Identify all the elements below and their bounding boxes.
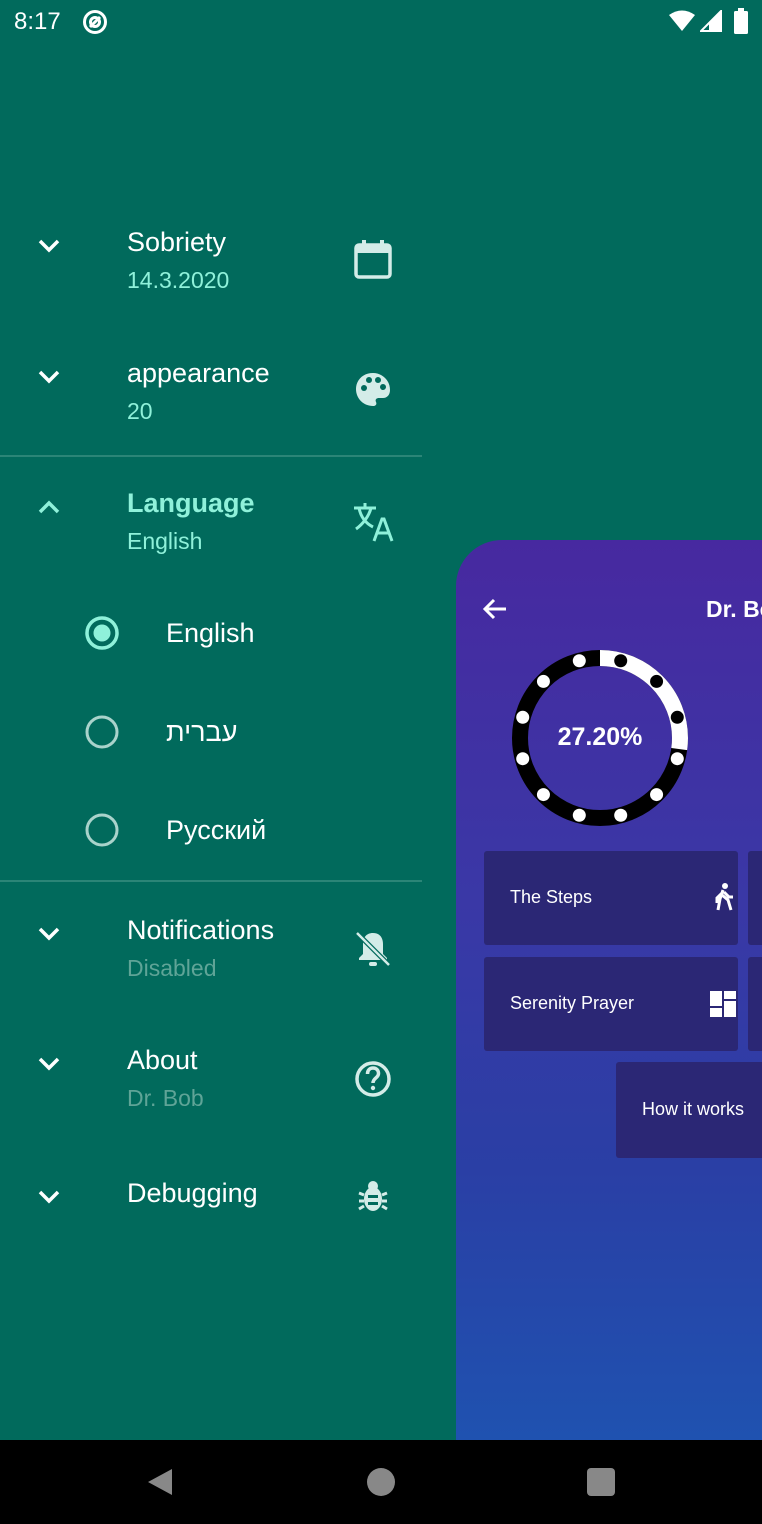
radio-selected-icon[interactable] [84,615,120,651]
progress-dot [572,654,586,668]
chevron-up-icon [38,500,60,514]
language-title: Language [127,488,255,518]
language-current: English [127,528,203,554]
dashboard-icon [710,991,736,1017]
sobriety-date: 14.3.2020 [127,267,230,293]
translate-icon [354,503,394,542]
progress-dot [650,788,664,802]
menu-item-sobriety[interactable]: Sobriety 14.3.2020 [0,205,422,315]
radio-unselected-icon[interactable] [84,812,120,848]
bug-icon [358,1181,388,1211]
progress-dot [614,808,628,822]
arrow-back-icon[interactable] [482,596,508,622]
tile-label: How it works [642,1099,745,1119]
recents-square-icon[interactable] [587,1468,615,1496]
chevron-down-icon [38,370,60,384]
notifications-status: Disabled [127,955,217,981]
language-option-hebrew[interactable]: עברית [80,702,380,762]
back-triangle-icon[interactable] [146,1467,174,1497]
app-preview-card[interactable]: Dr. Bo 27.20% The Steps Serenity Prayer … [456,540,762,1440]
calendar-icon [354,240,392,279]
status-time: 8:17 [14,8,61,35]
notifications-off-icon [355,931,391,967]
language-option-label: English [166,618,255,648]
about-subtitle: Dr. Bob [127,1085,204,1111]
appearance-value: 20 [127,398,153,424]
language-option-english[interactable]: English [80,603,380,663]
radio-unselected-icon[interactable] [84,714,120,750]
wifi-icon [669,10,695,31]
progress-dot [536,674,550,688]
chevron-down-icon [38,1190,60,1204]
tile-label: The Steps [510,887,593,907]
palette-icon [356,373,390,406]
battery-icon [734,8,748,34]
progress-dot [572,808,586,822]
progress-dot [536,788,550,802]
help-circle-icon [355,1061,391,1097]
progress-dot [670,752,684,766]
menu-item-appearance[interactable]: appearance 20 [0,336,422,446]
progress-percent: 27.20% [557,723,643,751]
divider [0,455,422,457]
language-option-russian[interactable]: Русский [80,800,380,860]
menu-item-about[interactable]: About Dr. Bob [0,1023,422,1133]
progress-dot [516,710,530,724]
status-bar: 8:17 [0,0,762,44]
language-option-label: Русский [166,815,267,845]
preview-title: Dr. Bo [706,596,762,622]
cell-signal-icon [700,10,722,32]
tile-label: Serenity Prayer [510,993,635,1013]
progress-dot [650,674,664,688]
tile-partial[interactable] [748,957,762,1051]
walk-icon [715,883,733,911]
appearance-title: appearance [127,358,270,388]
sync-icon [83,10,107,34]
chevron-down-icon [38,239,60,253]
progress-dot [614,654,628,668]
notifications-title: Notifications [127,915,275,945]
divider [0,880,422,882]
chevron-down-icon [38,1057,60,1071]
tile-serenity-prayer[interactable]: Serenity Prayer [484,957,738,1051]
menu-item-notifications[interactable]: Notifications Disabled [0,893,422,1003]
progress-dot [516,752,530,766]
chevron-down-icon [38,927,60,941]
home-circle-icon[interactable] [367,1468,395,1496]
menu-item-language[interactable]: Language English [0,466,422,576]
menu-item-debugging[interactable]: Debugging [0,1157,422,1267]
progress-dot [670,710,684,724]
debugging-title: Debugging [127,1178,258,1208]
tile-the-steps[interactable]: The Steps [484,851,738,945]
tile-how-it-works[interactable]: How it works [616,1062,762,1158]
tile-partial[interactable] [748,851,762,945]
about-title: About [127,1045,198,1075]
language-option-label: עברית [166,717,238,747]
sobriety-title: Sobriety [127,227,227,257]
